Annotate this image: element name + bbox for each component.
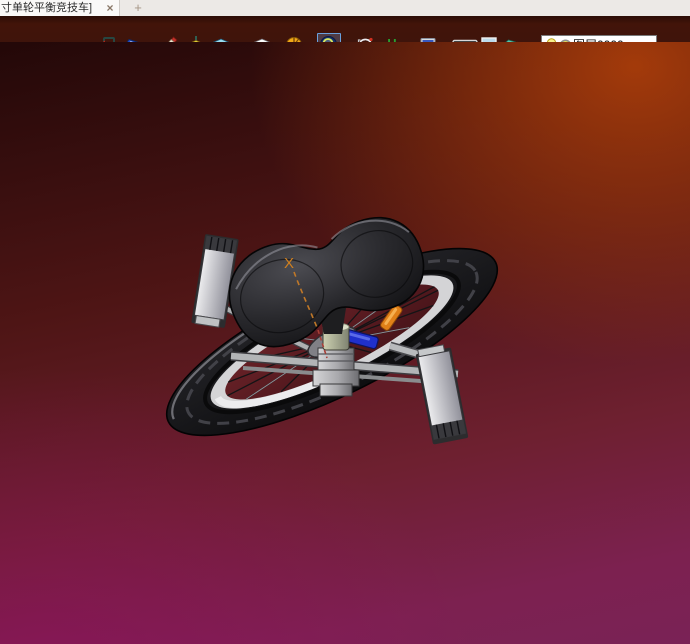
- tab-document[interactable]: 寸单轮平衡竞技车] ×: [0, 0, 120, 16]
- tab-title: 寸单轮平衡竞技车]: [1, 2, 93, 14]
- cad-window: 寸单轮平衡竞技车] × + X: [0, 0, 690, 644]
- new-tab-button[interactable]: +: [126, 1, 150, 15]
- tab-close-icon[interactable]: ×: [104, 1, 116, 15]
- x-axis-label: X: [284, 255, 294, 272]
- right-pedal[interactable]: [415, 343, 469, 445]
- model-scene: X: [165, 216, 499, 445]
- viewport-canvas[interactable]: X: [0, 42, 690, 644]
- toolbar: H 图层0000: [0, 16, 690, 57]
- tab-bar: 寸单轮平衡竞技车] × +: [0, 0, 690, 16]
